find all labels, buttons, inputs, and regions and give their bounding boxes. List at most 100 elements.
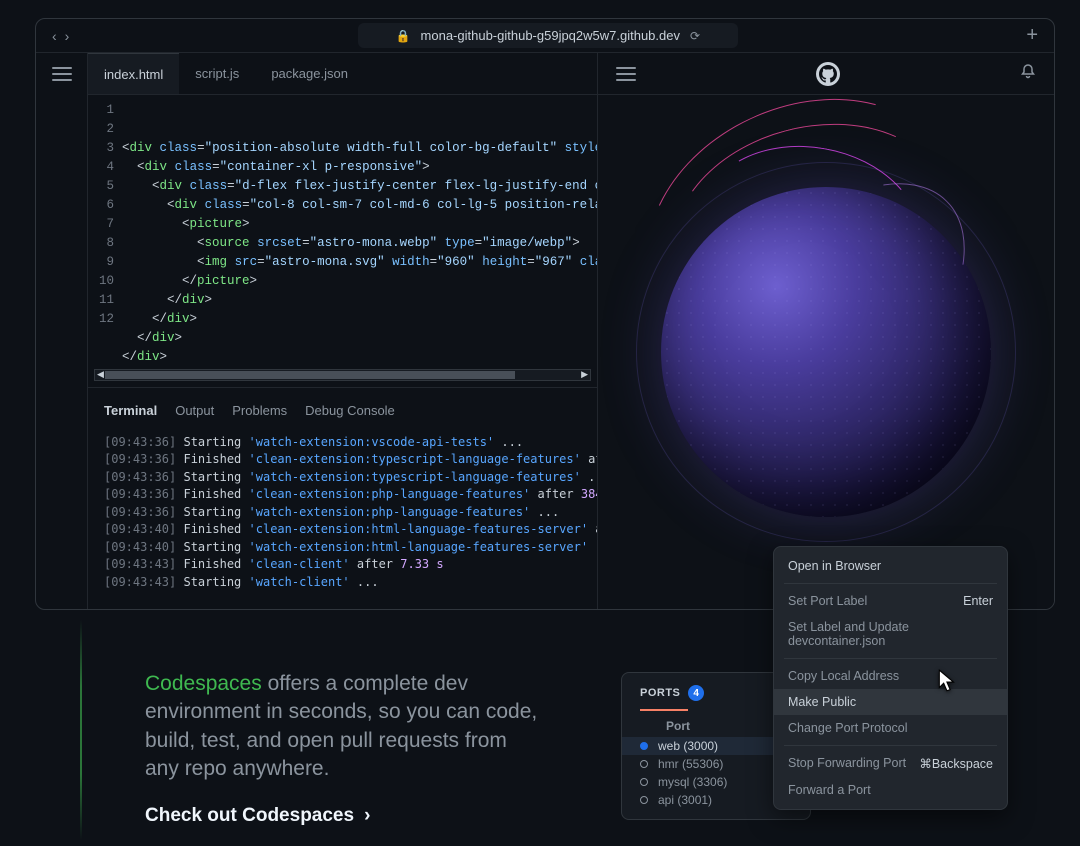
ide-sidebar — [36, 53, 88, 609]
menu-item-copy-local-address[interactable]: Copy Local Address — [774, 663, 1007, 689]
line-gutter: 123456789101112 — [88, 101, 122, 367]
preview-pane — [598, 53, 1054, 609]
terminal-line: [09:43:43] Finished 'clean-client' after… — [104, 556, 581, 574]
terminal-line: [09:43:36] Starting 'watch-extension:typ… — [104, 469, 581, 487]
terminal-line: [09:43:36] Finished 'clean-extension:typ… — [104, 451, 581, 469]
editor-tab-package-json[interactable]: package.json — [255, 53, 364, 94]
ports-header-label: PORTS — [640, 687, 680, 699]
code-line[interactable]: <div class="d-flex flex-justify-center f… — [122, 177, 597, 196]
horizontal-scrollbar[interactable]: ◀ ▶ — [94, 369, 591, 381]
code-editor[interactable]: 123456789101112 <div class="position-abs… — [88, 95, 597, 367]
menu-separator — [784, 583, 997, 584]
marketing-copy: Codespaces offers a complete dev environ… — [145, 670, 545, 827]
preview-header — [598, 53, 1054, 95]
code-line[interactable]: <img src="astro-mona.svg" width="960" he… — [122, 253, 597, 272]
code-line[interactable]: </div> — [122, 291, 597, 310]
line-number: 1 — [88, 101, 114, 120]
terminal-line: [09:43:40] Finished 'clean-extension:htm… — [104, 521, 581, 539]
nav-back-icon[interactable]: ‹ — [52, 28, 57, 44]
editor-tab-script-js[interactable]: script.js — [179, 53, 255, 94]
menu-item-make-public[interactable]: Make Public — [774, 689, 1007, 715]
line-number: 8 — [88, 234, 114, 253]
line-number: 6 — [88, 196, 114, 215]
terminal-line: [09:43:36] Starting 'watch-extension:php… — [104, 504, 581, 522]
code-line[interactable]: </picture> — [122, 272, 597, 291]
port-status-dot — [640, 760, 648, 768]
browser-window: ‹ › 🔒 mona-github-github-g59jpq2w5w7.git… — [35, 18, 1055, 610]
port-label: mysql (3306) — [658, 775, 727, 789]
editor-pane: index.htmlscript.jspackage.json 12345678… — [88, 53, 598, 609]
scroll-right-icon[interactable]: ▶ — [581, 369, 588, 380]
globe-preview — [598, 95, 1054, 609]
ports-tab-indicator — [640, 709, 688, 711]
menu-item-forward-a-port[interactable]: Forward a Port — [774, 777, 1007, 803]
code-line[interactable]: <div class="container-xl p-responsive"> — [122, 158, 597, 177]
editor-tab-index-html[interactable]: index.html — [88, 53, 179, 94]
menu-separator — [784, 745, 997, 746]
line-number: 7 — [88, 215, 114, 234]
lock-icon: 🔒 — [396, 29, 411, 43]
browser-chrome: ‹ › 🔒 mona-github-github-g59jpq2w5w7.git… — [36, 19, 1054, 53]
code-line[interactable]: <div class="col-8 col-sm-7 col-md-6 col-… — [122, 196, 597, 215]
chevron-right-icon: › — [364, 805, 370, 827]
github-logo-icon[interactable] — [816, 62, 840, 86]
context-menu: Open in Browser Set Port LabelEnterSet La… — [773, 546, 1008, 810]
terminal-tabs: Terminal Output Problems Debug Console — [104, 402, 581, 420]
port-label: api (3001) — [658, 793, 712, 807]
line-number: 3 — [88, 139, 114, 158]
menu-shortcut: ⌘Backspace — [919, 756, 993, 771]
new-tab-button[interactable]: + — [1026, 24, 1038, 47]
port-status-dot — [640, 742, 648, 750]
code-line[interactable]: </div> — [122, 329, 597, 348]
url-text: mona-github-github-g59jpq2w5w7.github.de… — [421, 28, 680, 43]
globe-image — [661, 187, 991, 517]
menu-item-change-port-protocol[interactable]: Change Port Protocol — [774, 715, 1007, 741]
preview-menu-icon[interactable] — [616, 67, 636, 81]
url-bar[interactable]: 🔒 mona-github-github-g59jpq2w5w7.github.… — [358, 23, 738, 48]
terminal-output[interactable]: [09:43:36] Starting 'watch-extension:vsc… — [104, 434, 581, 592]
terminal-line: [09:43:36] Starting 'watch-extension:vsc… — [104, 434, 581, 452]
terminal-panel: Terminal Output Problems Debug Console [09:… — [88, 387, 597, 609]
line-number: 9 — [88, 253, 114, 272]
code-line[interactable]: <div class="position-absolute width-full… — [122, 139, 597, 158]
line-number: 5 — [88, 177, 114, 196]
scroll-left-icon[interactable]: ◀ — [97, 369, 104, 380]
menu-separator — [784, 658, 997, 659]
line-number: 10 — [88, 272, 114, 291]
reload-icon[interactable]: ⟳ — [690, 29, 700, 43]
scrollbar-thumb[interactable] — [105, 371, 515, 379]
code-line[interactable]: <picture> — [122, 215, 597, 234]
terminal-tab-terminal[interactable]: Terminal — [104, 402, 157, 420]
cta-link[interactable]: Check out Codespaces › — [145, 805, 370, 827]
menu-shortcut: Enter — [963, 594, 993, 608]
menu-item-stop-forwarding-port[interactable]: Stop Forwarding Port⌘Backspace — [774, 750, 1007, 777]
code-line[interactable]: </div> — [122, 348, 597, 367]
code-content[interactable]: <div class="position-absolute width-full… — [122, 101, 597, 367]
ide-area: index.htmlscript.jspackage.json 12345678… — [36, 53, 1054, 609]
port-status-dot — [640, 778, 648, 786]
menu-item-set-label-and-update-devcontainer-json[interactable]: Set Label and Update devcontainer.json — [774, 614, 1007, 654]
line-number: 11 — [88, 291, 114, 310]
line-number: 2 — [88, 120, 114, 139]
port-label: hmr (55306) — [658, 757, 723, 771]
menu-item-open-in-browser[interactable]: Open in Browser — [774, 553, 1007, 579]
cursor-icon — [937, 668, 959, 699]
terminal-line: [09:43:36] Finished 'clean-extension:php… — [104, 486, 581, 504]
menu-icon[interactable] — [52, 67, 72, 81]
terminal-tab-debug-console[interactable]: Debug Console — [305, 402, 395, 420]
port-status-dot — [640, 796, 648, 804]
terminal-tab-output[interactable]: Output — [175, 402, 214, 420]
menu-item-set-port-label[interactable]: Set Port LabelEnter — [774, 588, 1007, 614]
editor-tabs: index.htmlscript.jspackage.json — [88, 53, 597, 95]
terminal-line: [09:43:43] Starting 'watch-client' ... — [104, 574, 581, 592]
code-line[interactable]: <source srcset="astro-mona.webp" type="i… — [122, 234, 597, 253]
line-number: 4 — [88, 158, 114, 177]
notification-bell-icon[interactable] — [1020, 63, 1036, 84]
marketing-highlight: Codespaces — [145, 672, 262, 695]
ports-count-badge: 4 — [688, 685, 704, 701]
accent-line — [80, 620, 82, 840]
terminal-line: [09:43:40] Starting 'watch-extension:htm… — [104, 539, 581, 557]
terminal-tab-problems[interactable]: Problems — [232, 402, 287, 420]
port-label: web (3000) — [658, 739, 718, 753]
code-line[interactable]: </div> — [122, 310, 597, 329]
